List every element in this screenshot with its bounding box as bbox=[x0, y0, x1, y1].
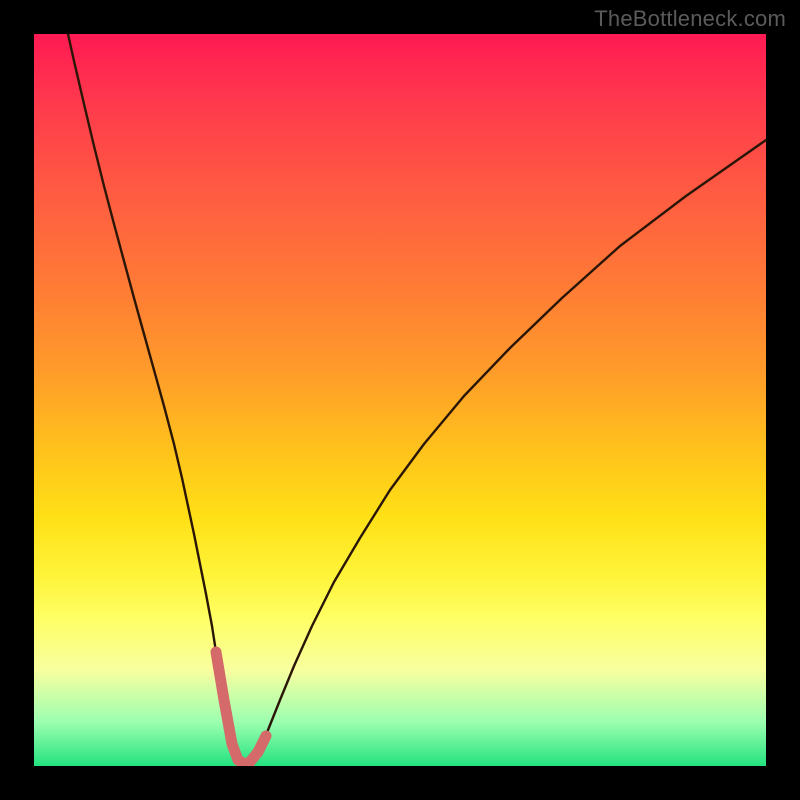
bottleneck-curve bbox=[68, 34, 766, 764]
watermark-text: TheBottleneck.com bbox=[594, 6, 786, 32]
curve-svg bbox=[34, 34, 766, 766]
valley-highlight bbox=[216, 652, 266, 764]
plot-area bbox=[34, 34, 766, 766]
chart-frame: TheBottleneck.com bbox=[0, 0, 800, 800]
